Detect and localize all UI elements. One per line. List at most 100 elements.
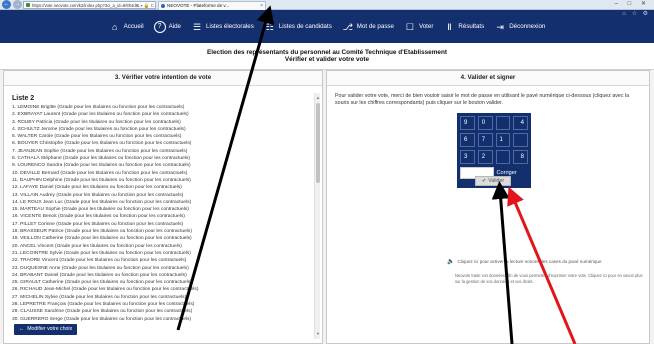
keypad-key[interactable]: 6 bbox=[460, 133, 475, 147]
keypad-key[interactable]: 2 bbox=[477, 150, 493, 164]
back-icon[interactable]: ← bbox=[2, 0, 11, 9]
list-icon: ☰ bbox=[192, 21, 202, 32]
list-item: 15. MARTEAU Sophie (Grade pour les titul… bbox=[12, 207, 189, 213]
list-item: 19. VEILLON Catherine (Grade pour les ti… bbox=[12, 236, 192, 242]
nav-label: Listes électorales bbox=[206, 23, 254, 30]
list-item: 23. DUQUESNE Anne (Grade pour les titula… bbox=[12, 265, 189, 271]
nav-voter[interactable]: ☐ Voter bbox=[404, 21, 434, 33]
logout-icon: ⇥ bbox=[496, 21, 504, 32]
list-item: 4. SCHULTZ Jerome (Grade pour les titula… bbox=[12, 126, 186, 132]
help-icon: ? bbox=[153, 20, 166, 33]
validate-label: Valider bbox=[488, 178, 505, 184]
keypad-key[interactable]: 8 bbox=[513, 150, 528, 164]
window-controls[interactable]: – □ ✕ bbox=[615, 0, 650, 7]
list-title: Liste 2 bbox=[12, 95, 35, 102]
lock-icon bbox=[26, 3, 30, 7]
forward-icon[interactable]: → bbox=[13, 0, 22, 9]
keypad-key[interactable]: 7 bbox=[477, 133, 493, 147]
list-item: 11. DAUPHIN Delphine (Grade pour les tit… bbox=[12, 177, 191, 183]
browser-tab[interactable]: NEOVOTE - Plateforme de v... × bbox=[158, 1, 266, 10]
modify-choice-button[interactable]: ← Modifier votre choix bbox=[14, 324, 78, 335]
candidates-icon: ☷ bbox=[265, 21, 274, 32]
scroll-up-icon[interactable]: ▲ bbox=[315, 95, 321, 101]
list-item: 22. TRAORE Vincent (Grade pour les titul… bbox=[12, 258, 187, 264]
nav-accueil[interactable]: ⌂ Accueil bbox=[109, 21, 144, 33]
home-icon: ⌂ bbox=[111, 21, 118, 32]
nav-label: Résultats bbox=[458, 23, 485, 30]
validate-button[interactable]: ✔ Valider bbox=[475, 176, 511, 186]
keypad-key[interactable] bbox=[495, 150, 511, 164]
nav-label: Voter bbox=[418, 23, 434, 30]
audio-note-text: Cliquez ici pour activer la lecture sono… bbox=[457, 259, 602, 264]
keypad-key[interactable] bbox=[513, 133, 528, 147]
list-item: 8. CATHALA Stéphane (Grade pour les titu… bbox=[12, 156, 190, 162]
main-nav: ⌂ Accueil ? Aide ☰ Listes électorales ☷ … bbox=[0, 10, 654, 43]
nav-deconnexion[interactable]: ⇥ Déconnexion bbox=[494, 21, 545, 33]
nav-resultats[interactable]: Ⅱ Résultats bbox=[443, 21, 484, 33]
keypad-key[interactable]: 0 bbox=[477, 116, 493, 130]
list-item: 13. VILLAIN Audrey (Grade pour les titul… bbox=[12, 192, 184, 198]
keypad-key[interactable]: 1 bbox=[495, 133, 511, 147]
list-item: 16. VICENTE Benoit (Grade pour les titul… bbox=[12, 214, 185, 220]
address-text: https://vote.neovote.com/k2/index.php?3c… bbox=[32, 3, 142, 8]
ballot-icon: ☐ bbox=[405, 21, 414, 32]
modify-label: Modifier votre choix bbox=[27, 326, 73, 332]
list-item: 28. LEPRETRE François (Grade pour les ti… bbox=[12, 302, 195, 308]
nav-label: Mot de passe bbox=[356, 23, 394, 30]
keypad-key[interactable]: 4 bbox=[513, 116, 528, 130]
list-item: 25. GIRAULT Catherine (Grade pour les ti… bbox=[12, 280, 192, 286]
list-item: 1. LEMOINE Brigitte (Grade pour les titu… bbox=[12, 105, 185, 110]
list-item: 5. WALTER Carole (Grade pour les titulai… bbox=[12, 134, 182, 140]
keypad-key[interactable] bbox=[495, 116, 511, 130]
check-icon: ✔ bbox=[481, 178, 487, 184]
nav-label: Déconnexion bbox=[509, 23, 546, 30]
list-item: 24. BRABANT Daniel (Grade pour les titul… bbox=[12, 272, 187, 278]
list-item: 17. PILLET Corinne (Grade pour les titul… bbox=[12, 221, 184, 227]
arrow-left-icon: ← bbox=[19, 326, 25, 332]
nav-listes-electorales[interactable]: ☰ Listes électorales bbox=[191, 21, 254, 33]
list-item: 21. LECOINTRE Sylvie (Grade pour les tit… bbox=[12, 250, 191, 256]
tab-title: NEOVOTE - Plateforme de v... bbox=[167, 3, 230, 8]
list-item: 6. BOUYER Christophe (Grade pour les tit… bbox=[12, 141, 192, 147]
list-item: 26. RICHAUD Jean-Michel (Grade pour les … bbox=[12, 287, 199, 293]
validate-heading: 4. Valider et signer bbox=[327, 71, 649, 86]
nav-label: Aide bbox=[168, 23, 181, 30]
address-controls[interactable]: ⌕ ▾ 🔒 C bbox=[137, 2, 154, 8]
tab-close-icon[interactable]: × bbox=[260, 2, 263, 10]
results-icon: Ⅱ bbox=[447, 21, 452, 32]
scroll-down-icon[interactable]: ▼ bbox=[315, 331, 321, 337]
election-title: Election des représentants du personnel … bbox=[206, 49, 448, 56]
keypad-key[interactable]: 3 bbox=[460, 150, 475, 164]
key-icon: ⎇ bbox=[342, 21, 353, 32]
candidate-list[interactable]: 1. LEMOINE Brigitte (Grade pour les titu… bbox=[12, 104, 314, 324]
list-scrollbar[interactable]: ▲ ▼ bbox=[314, 93, 320, 339]
keypad-key[interactable]: 9 bbox=[460, 116, 475, 130]
audio-toggle[interactable]: 🔈 Cliquez ici pour activer la lecture son… bbox=[447, 258, 602, 265]
list-item: 12. LAFAYE Daniel (Grade pour les titula… bbox=[12, 185, 182, 191]
nav-mot-de-passe[interactable]: ⎇ Mot de passe bbox=[342, 21, 394, 33]
list-item: 18. BRASSEUR Patrice (Grade pour les tit… bbox=[12, 229, 192, 235]
nav-label: Listes de candidats bbox=[278, 23, 332, 30]
nav-listes-candidats[interactable]: ☷ Listes de candidats bbox=[264, 21, 332, 33]
list-item: 7. JEANJEAN Sophie (Grade pour les titul… bbox=[12, 148, 188, 154]
scroll-thumb[interactable] bbox=[316, 103, 320, 183]
address-bar[interactable]: https://vote.neovote.com/k2/index.php?3c… bbox=[23, 1, 156, 9]
list-item: 2. EXBRAYAT Laurent (Grade pour les titu… bbox=[12, 112, 189, 118]
speaker-icon: 🔈 bbox=[447, 259, 455, 265]
browser-icons[interactable]: ⌂ ☆ ⚙ bbox=[622, 10, 650, 17]
verify-heading: 3. Vérifier votre intention de vote bbox=[4, 71, 322, 86]
list-item: 29. CLAUSSE Sandrine (Grade pour les tit… bbox=[12, 309, 193, 315]
list-item: 14. LE ROUX Jean Luc (Grade pour les tit… bbox=[12, 199, 192, 205]
list-item: 30. GUERRERO Serge (Grade pour les titul… bbox=[12, 316, 192, 322]
favicon-icon bbox=[161, 4, 165, 8]
list-item: 27. MICHELIN Sylvie (Grade pour les titu… bbox=[12, 294, 187, 300]
browser-toolbar: ← → https://vote.neovote.com/k2/index.ph… bbox=[0, 0, 654, 10]
privacy-note[interactable]: Neovote traite vos données afin de vous … bbox=[455, 273, 645, 284]
list-item: 10. DEVILLE Bernard (Grade pour les titu… bbox=[12, 170, 188, 176]
election-subtitle: Vérifier et valider votre vote bbox=[284, 56, 370, 63]
nav-aide[interactable]: ? Aide bbox=[153, 20, 181, 33]
list-item: 9. LOURENCO Sandra (Grade pour les titul… bbox=[12, 163, 191, 169]
page-title: Election des représentants du personnel … bbox=[0, 43, 654, 70]
list-item: 20. ANCEL Vincent (Grade pour les titula… bbox=[12, 243, 182, 249]
validate-panel: 4. Valider et signer Pour valider votre … bbox=[326, 70, 650, 344]
